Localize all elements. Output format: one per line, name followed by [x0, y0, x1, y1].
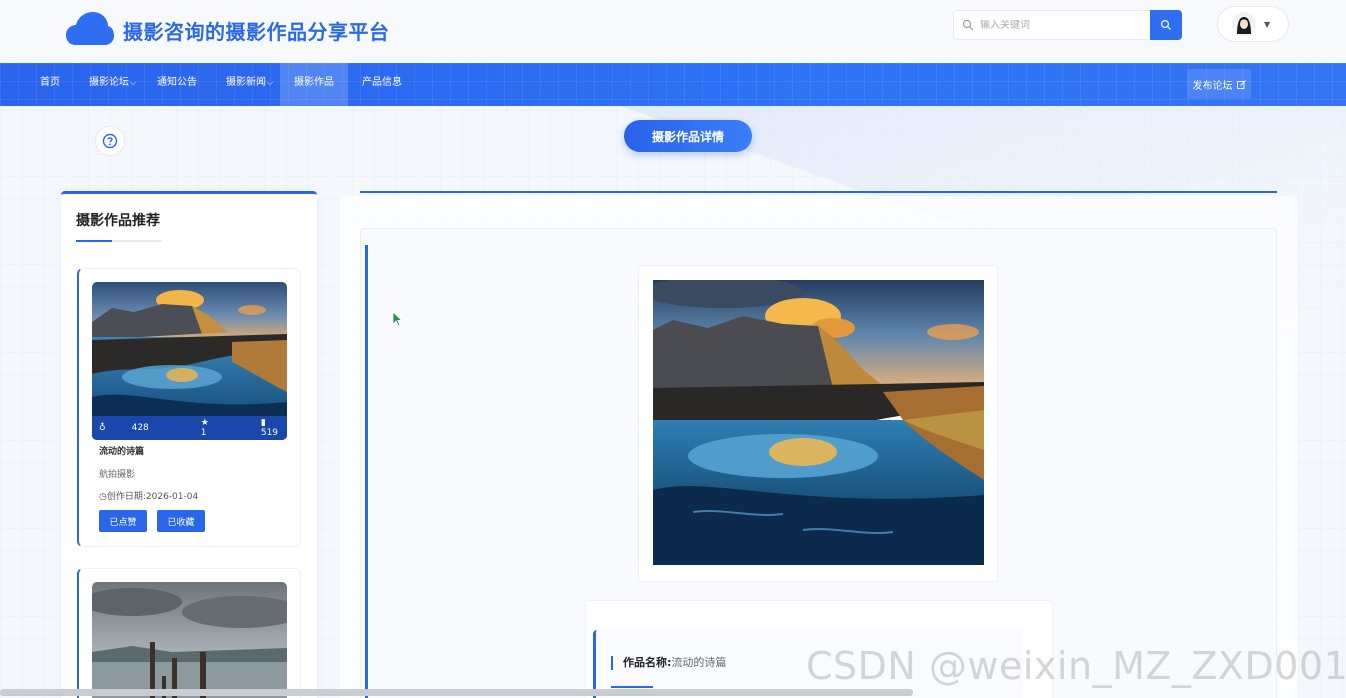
nav-item-notice[interactable]: 通知公告 — [149, 63, 205, 106]
search-input[interactable] — [980, 19, 1130, 31]
watermark: CSDN @weixin_MZ_ZXD001 — [806, 644, 1346, 688]
header: 摄影咨询的摄影作品分享平台 ▼ — [0, 0, 1346, 63]
work-thumbnail[interactable]: ♁ 428 ★ 1 ▮ 519 — [92, 282, 287, 440]
publish-label: 发布论坛 — [1192, 80, 1233, 92]
main-top-line — [360, 191, 1277, 193]
work-card[interactable] — [77, 568, 301, 698]
cloud-logo-icon — [66, 12, 114, 45]
book-icon: ▮ — [260, 418, 266, 428]
search-button[interactable] — [1150, 10, 1182, 40]
nav-item-products[interactable]: 产品信息 — [354, 63, 410, 106]
work-name-value: 流动的诗篇 — [671, 656, 727, 669]
nav-item-label: 通知公告 — [157, 77, 197, 88]
liked-button[interactable]: 已点赞 — [99, 510, 147, 532]
date-value: 2026-01-04 — [145, 492, 199, 502]
main-nav: 首页 摄影论坛⌵ 通知公告 摄影新闻⌵ 摄影作品 产品信息 发布论坛 — [0, 63, 1346, 106]
nav-item-label: 摄影新闻 — [226, 77, 266, 88]
work-name-label: 作品名称: — [623, 656, 672, 669]
site-title: 摄影咨询的摄影作品分享平台 — [123, 20, 390, 44]
recommend-panel: 摄影作品推荐 ♁ 428 ★ 1 ▮ 519 流动的诗篇 航拍摄影 ◷创作日期:… — [61, 191, 317, 698]
chevron-down-icon: ⌵ — [130, 78, 137, 87]
star-icon: ★ — [200, 418, 209, 428]
avatar — [1232, 12, 1256, 36]
nav-item-forum[interactable]: 摄影论坛⌵ — [81, 63, 144, 106]
nav-item-works[interactable]: 摄影作品 — [280, 63, 348, 106]
search-icon — [1160, 19, 1171, 30]
date-label: 创作日期: — [106, 492, 146, 502]
like-icon: ♁ — [99, 423, 106, 433]
nav-item-label: 产品信息 — [362, 77, 402, 88]
nav-item-label: 摄影论坛 — [89, 77, 129, 88]
publish-forum-button[interactable]: 发布论坛 — [1187, 69, 1251, 99]
question-icon — [102, 133, 118, 149]
chevron-down-icon: ⌵ — [267, 78, 274, 87]
work-name-field: 作品名称:流动的诗篇 — [611, 656, 726, 670]
work-card[interactable]: ♁ 428 ★ 1 ▮ 519 流动的诗篇 航拍摄影 ◷创作日期:2026-01-… — [77, 268, 301, 547]
view-count: 519 — [260, 428, 279, 438]
search-box — [953, 10, 1151, 40]
main-work-image[interactable] — [653, 280, 984, 565]
clock-icon: ◷ — [99, 492, 107, 502]
work-date: ◷创作日期:2026-01-04 — [99, 489, 198, 502]
star-count: 1 — [200, 428, 207, 438]
user-menu[interactable]: ▼ — [1217, 6, 1289, 42]
nav-item-label: 首页 — [40, 77, 60, 88]
collected-button[interactable]: 已收藏 — [157, 510, 205, 532]
title-underline — [76, 240, 162, 242]
nav-item-news[interactable]: 摄影新闻⌵ — [218, 63, 281, 106]
nav-item-label: 摄影作品 — [294, 77, 334, 88]
search-icon — [962, 19, 974, 31]
work-name[interactable]: 流动的诗篇 — [99, 444, 144, 457]
page-title: 摄影作品详情 — [624, 120, 752, 152]
info-underline — [611, 686, 653, 688]
horizontal-scrollbar[interactable] — [0, 689, 913, 696]
help-button[interactable] — [95, 126, 125, 156]
panel-title: 摄影作品推荐 — [76, 213, 160, 229]
work-stats: ♁ 428 ★ 1 ▮ 519 — [92, 416, 287, 440]
mouse-cursor-icon — [392, 311, 403, 327]
work-category: 航拍摄影 — [99, 470, 136, 480]
work-thumbnail[interactable] — [92, 582, 287, 698]
detail-accent-bar — [365, 245, 368, 698]
edit-icon — [1236, 79, 1246, 89]
like-count: 428 — [131, 423, 149, 433]
chevron-down-icon: ▼ — [1264, 19, 1271, 29]
nav-item-home[interactable]: 首页 — [32, 63, 68, 106]
